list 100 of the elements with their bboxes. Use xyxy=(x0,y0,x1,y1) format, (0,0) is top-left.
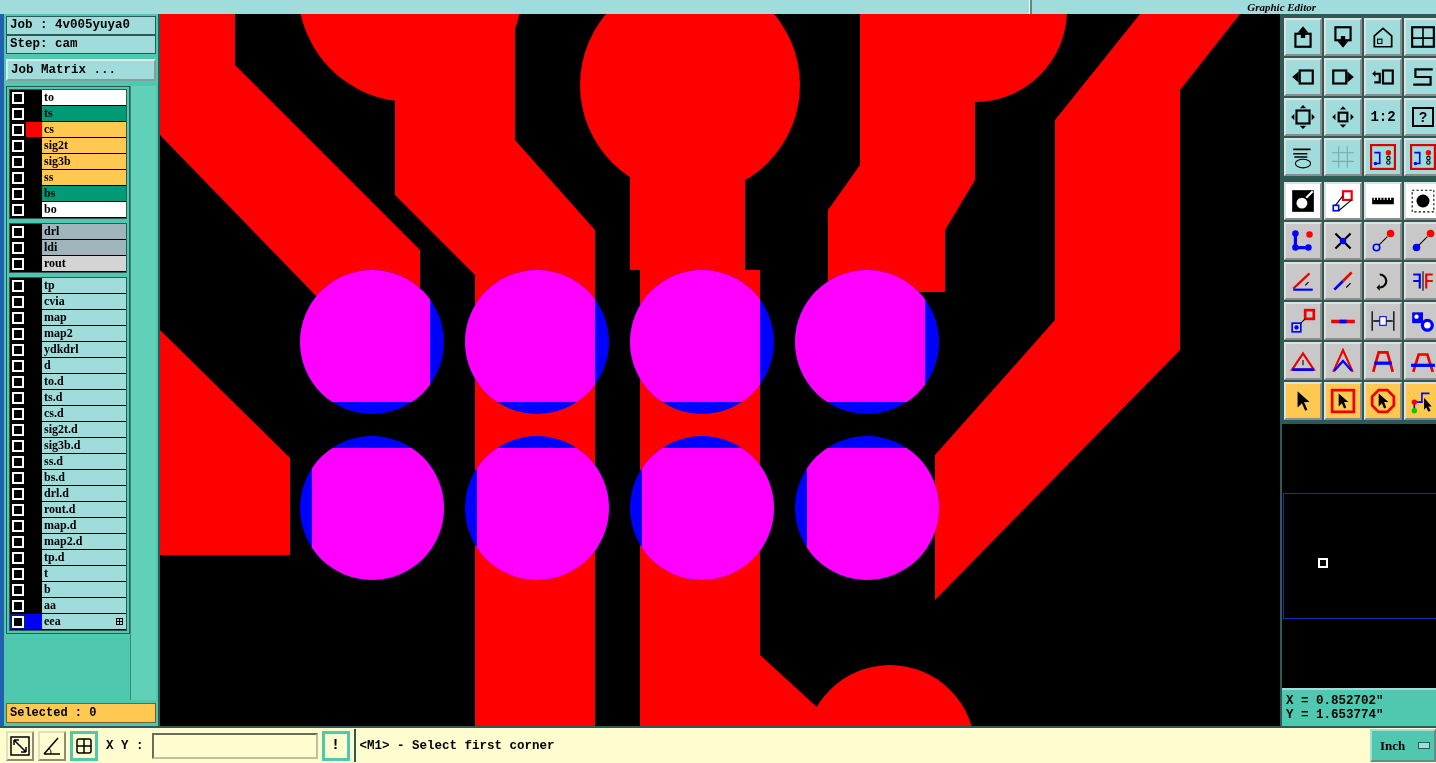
layer-name[interactable]: ldi xyxy=(42,240,126,255)
layer-checkbox[interactable] xyxy=(10,550,26,565)
tool-button[interactable] xyxy=(1404,222,1436,260)
layer-checkbox[interactable] xyxy=(10,342,26,357)
layer-checkbox[interactable] xyxy=(10,294,26,309)
layer-checkbox[interactable] xyxy=(10,186,26,201)
tool-button[interactable] xyxy=(1364,342,1402,380)
layer-name[interactable]: map2 xyxy=(42,326,126,341)
layer-checkbox[interactable] xyxy=(10,454,26,469)
layer-name[interactable]: ts.d xyxy=(42,390,126,405)
layer-name[interactable]: bs xyxy=(42,186,126,201)
tool-button[interactable] xyxy=(1364,182,1402,220)
layer-checkbox[interactable] xyxy=(10,422,26,437)
layer-checkbox[interactable] xyxy=(10,358,26,373)
tool-button[interactable] xyxy=(1364,138,1402,176)
tool-button[interactable] xyxy=(1404,58,1436,96)
job-matrix-button[interactable]: Job Matrix ... xyxy=(6,59,156,81)
tool-button[interactable] xyxy=(6,730,34,761)
layer-name[interactable]: ss xyxy=(42,170,126,185)
layer-checkbox[interactable] xyxy=(10,224,26,239)
tool-button[interactable] xyxy=(1324,222,1362,260)
layer-checkbox[interactable] xyxy=(10,90,26,105)
tool-button[interactable] xyxy=(1284,58,1322,96)
tool-button[interactable] xyxy=(1404,262,1436,300)
tool-button[interactable] xyxy=(1324,262,1362,300)
layer-name[interactable]: drl xyxy=(42,224,126,239)
layer-checkbox[interactable] xyxy=(10,154,26,169)
tool-button[interactable] xyxy=(1284,138,1322,176)
layer-name[interactable]: bs.d xyxy=(42,470,126,485)
tool-button[interactable] xyxy=(1284,182,1322,220)
layer-name[interactable]: tp.d xyxy=(42,550,126,565)
tool-button[interactable] xyxy=(38,730,66,761)
tool-button[interactable] xyxy=(1284,222,1322,260)
layer-name[interactable]: ss.d xyxy=(42,454,126,469)
tool-button[interactable] xyxy=(1404,182,1436,220)
tool-button[interactable] xyxy=(1284,382,1322,420)
layer-name[interactable]: eea xyxy=(42,614,126,629)
layer-name[interactable]: to.d xyxy=(42,374,126,389)
layer-checkbox[interactable] xyxy=(10,518,26,533)
tool-button[interactable] xyxy=(70,730,98,761)
layer-name[interactable]: map2.d xyxy=(42,534,126,549)
layer-checkbox[interactable] xyxy=(10,138,26,153)
layer-checkbox[interactable] xyxy=(10,438,26,453)
layer-checkbox[interactable] xyxy=(10,202,26,217)
tool-button[interactable] xyxy=(1364,58,1402,96)
layer-checkbox[interactable] xyxy=(10,256,26,271)
exclaim-button[interactable]: ! xyxy=(321,730,350,761)
layer-checkbox[interactable] xyxy=(10,106,26,121)
layer-checkbox[interactable] xyxy=(10,486,26,501)
tool-button[interactable] xyxy=(1324,342,1362,380)
layer-name[interactable]: sig2t.d xyxy=(42,422,126,437)
layer-checkbox[interactable] xyxy=(10,390,26,405)
layer-name[interactable]: to xyxy=(42,90,126,105)
layer-name[interactable]: ydkdrl xyxy=(42,342,126,357)
tool-button[interactable] xyxy=(1404,382,1436,420)
layer-name[interactable]: ts xyxy=(42,106,126,121)
layer-name[interactable]: map xyxy=(42,310,126,325)
layer-checkbox[interactable] xyxy=(10,598,26,613)
layer-name[interactable]: sig3b.d xyxy=(42,438,126,453)
layer-name[interactable]: cvia xyxy=(42,294,126,309)
layer-checkbox[interactable] xyxy=(10,566,26,581)
layer-name[interactable]: cs xyxy=(42,122,126,137)
layer-checkbox[interactable] xyxy=(10,406,26,421)
layer-name[interactable]: b xyxy=(42,582,126,597)
layer-name[interactable]: map.d xyxy=(42,518,126,533)
tool-button[interactable] xyxy=(1364,222,1402,260)
tool-button[interactable] xyxy=(1364,302,1402,340)
layer-checkbox[interactable] xyxy=(10,614,26,629)
layer-name[interactable]: bo xyxy=(42,202,126,217)
tool-button[interactable] xyxy=(1324,98,1362,136)
tool-button[interactable] xyxy=(1404,138,1436,176)
tool-button[interactable] xyxy=(1284,18,1322,56)
tool-button[interactable] xyxy=(1324,382,1362,420)
tool-button[interactable] xyxy=(1364,382,1402,420)
tool-button[interactable] xyxy=(1284,98,1322,136)
layer-checkbox[interactable] xyxy=(10,374,26,389)
layer-name[interactable]: sig2t xyxy=(42,138,126,153)
layer-checkbox[interactable] xyxy=(10,310,26,325)
tool-button[interactable] xyxy=(1404,302,1436,340)
layer-name[interactable]: rout xyxy=(42,256,126,271)
layer-name[interactable]: sig3b xyxy=(42,154,126,169)
tool-button[interactable] xyxy=(1324,182,1362,220)
layer-checkbox[interactable] xyxy=(10,240,26,255)
layer-name[interactable]: d xyxy=(42,358,126,373)
layer-checkbox[interactable] xyxy=(10,326,26,341)
layer-checkbox[interactable] xyxy=(10,582,26,597)
layer-checkbox[interactable] xyxy=(10,170,26,185)
tool-button[interactable]: ? xyxy=(1404,98,1436,136)
layer-checkbox[interactable] xyxy=(10,278,26,293)
xy-input-field[interactable] xyxy=(151,732,318,759)
tool-button[interactable] xyxy=(1404,18,1436,56)
layer-name[interactable]: cs.d xyxy=(42,406,126,421)
layer-name[interactable]: aa xyxy=(42,598,126,613)
layer-name[interactable]: tp xyxy=(42,278,126,293)
tool-button[interactable] xyxy=(1284,342,1322,380)
units-dropdown[interactable]: Inch xyxy=(1370,729,1436,762)
layer-checkbox[interactable] xyxy=(10,470,26,485)
layer-name[interactable]: rout.d xyxy=(42,502,126,517)
layer-name[interactable]: drl.d xyxy=(42,486,126,501)
tool-button[interactable] xyxy=(1364,18,1402,56)
